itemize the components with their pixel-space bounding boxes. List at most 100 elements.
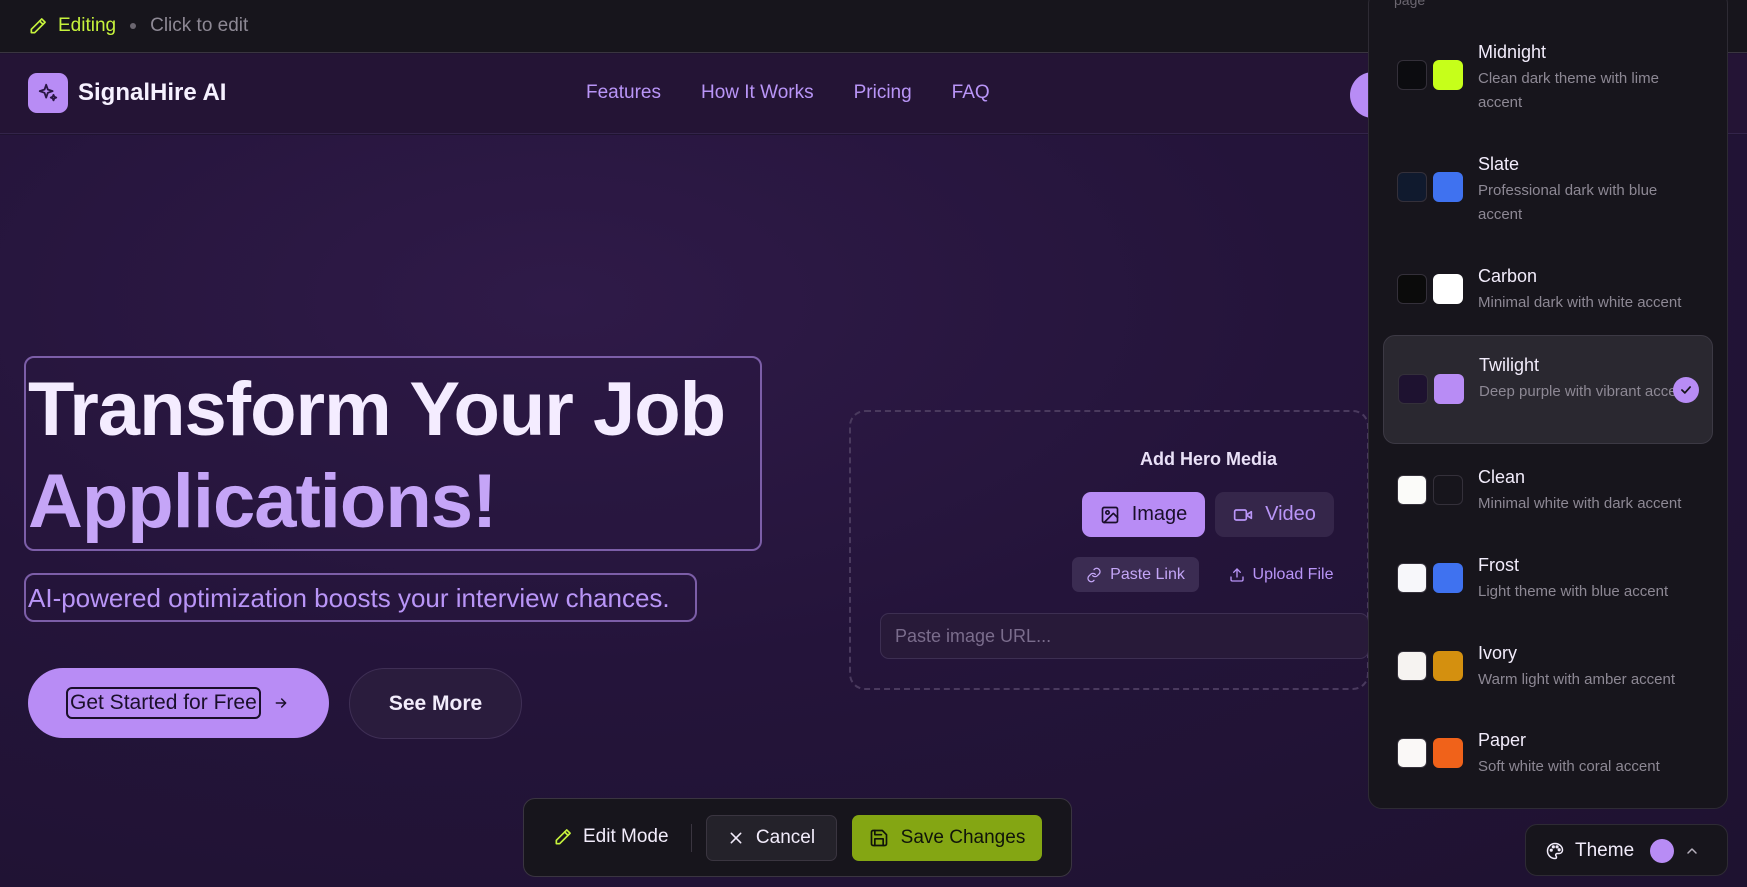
theme-option-midnight[interactable]: Midnight Clean dark theme with lime acce… [1383,33,1713,123]
background-swatch [1397,274,1427,304]
theme-swatches [1397,60,1463,90]
current-theme-swatch [1650,839,1675,863]
close-icon [730,832,742,844]
theme-description: Professional dark with blue accent [1478,182,1658,223]
theme-name: Paper [1478,730,1527,750]
theme-swatches [1397,563,1463,593]
check-icon [1673,377,1699,403]
edit-hint: Click to edit [150,15,249,36]
background-swatch [1397,475,1427,505]
sparkle-icon [28,73,68,113]
cancel-button[interactable]: Cancel [706,815,837,861]
accent-swatch [1433,738,1463,768]
headline-line-1: Transform Your Job [28,367,726,452]
image-icon [1101,506,1119,523]
tab-video[interactable]: Video [1215,492,1334,537]
panel-top-text: page [1394,0,1426,8]
theme-toggle-button[interactable]: Theme [1525,824,1728,876]
tab-image[interactable]: Image [1082,492,1205,537]
tab-video-label: Video [1265,503,1316,525]
accent-swatch [1433,651,1463,681]
theme-option-frost[interactable]: Frost Light theme with blue accent [1383,546,1713,612]
nav-link-pricing[interactable]: Pricing [854,82,912,104]
theme-toggle-content: Theme [1545,839,1700,863]
hero-headline[interactable]: Transform Your Job Applications! [28,364,748,548]
theme-description: Clean dark theme with lime accent [1478,70,1659,111]
upload-file-label: Upload File [1252,565,1334,583]
theme-option-slate[interactable]: Slate Professional dark with blue accent [1383,145,1713,235]
accent-swatch [1433,274,1463,304]
pencil-icon [555,829,571,845]
save-changes-label: Save Changes [900,827,1026,848]
theme-swatches [1397,475,1463,505]
arrow-right-icon [275,698,287,708]
theme-swatches [1398,374,1464,404]
theme-description: Deep purple with vibrant accent [1479,383,1690,400]
background-swatch [1397,651,1427,681]
accent-swatch [1433,172,1463,202]
pencil-icon [30,18,46,34]
theme-option-clean[interactable]: Clean Minimal white with dark accent [1383,458,1713,524]
paste-link-label: Paste Link [1110,565,1185,583]
theme-swatches [1397,172,1463,202]
headline-line-2: Applications! [28,459,497,544]
nav-link-faq[interactable]: FAQ [952,82,990,104]
accent-swatch [1433,563,1463,593]
theme-description: Minimal white with dark accent [1478,495,1682,512]
video-icon [1233,508,1253,521]
theme-description: Warm light with amber accent [1478,671,1676,688]
image-url-input[interactable] [880,613,1369,659]
background-swatch [1397,563,1427,593]
paste-link-option[interactable]: Paste Link [1072,557,1199,592]
theme-description: Minimal dark with white accent [1478,294,1682,311]
nav-link-how-it-works[interactable]: How It Works [701,82,814,104]
palette-icon [1546,842,1564,860]
theme-name: Frost [1478,555,1520,575]
editing-status: Editing [58,15,117,36]
background-swatch [1398,374,1428,404]
theme-name: Slate [1478,154,1520,174]
theme-name: Twilight [1479,355,1540,375]
theme-option-twilight[interactable]: Twilight Deep purple with vibrant accent [1383,335,1713,444]
see-more-button[interactable]: See More [349,668,522,739]
theme-swatches [1397,274,1463,304]
upload-icon [1229,567,1244,582]
accent-swatch [1434,374,1464,404]
background-swatch [1397,60,1427,90]
cancel-label: Cancel [755,827,816,848]
background-swatch [1397,172,1427,202]
theme-option-carbon[interactable]: Carbon Minimal dark with white accent [1383,257,1713,323]
theme-description: Soft white with coral accent [1478,758,1660,775]
edit-mode-label: Edit Mode [583,826,669,847]
edit-mode-indicator: Edit Mode [553,826,669,848]
get-started-button[interactable]: Get Started for Free [28,668,329,738]
save-icon [870,829,888,847]
theme-name: Midnight [1478,42,1547,62]
save-changes-button[interactable]: Save Changes [852,815,1042,861]
theme-toggle-label: Theme [1575,840,1635,861]
theme-name: Clean [1478,467,1526,487]
theme-name: Carbon [1478,266,1538,286]
brand-name: SignalHire AI [78,79,227,106]
theme-swatches [1397,651,1463,681]
separator-dot [130,23,137,29]
hero-subheadline[interactable]: AI-powered optimization boosts your inte… [28,583,670,614]
toolbar-divider [691,824,692,852]
theme-name: Ivory [1478,643,1518,663]
theme-description: Light theme with blue accent [1478,583,1669,600]
upload-file-option[interactable]: Upload File [1221,557,1341,592]
background-swatch [1397,738,1427,768]
chevron-up-icon [1687,848,1697,854]
theme-option-ivory[interactable]: Ivory Warm light with amber accent [1383,634,1713,700]
accent-swatch [1433,475,1463,505]
get-started-label[interactable]: Get Started for Free [66,687,261,719]
theme-swatches [1397,738,1463,768]
tab-image-label: Image [1131,503,1188,525]
brand-logo[interactable]: SignalHire AI [28,73,226,113]
nav-link-features[interactable]: Features [586,82,661,104]
add-hero-media-title: Add Hero Media [1140,449,1278,469]
link-icon [1087,567,1101,582]
nav-links: Features How It Works Pricing FAQ [586,82,990,104]
accent-swatch [1433,60,1463,90]
theme-option-paper[interactable]: Paper Soft white with coral accent [1383,721,1713,787]
